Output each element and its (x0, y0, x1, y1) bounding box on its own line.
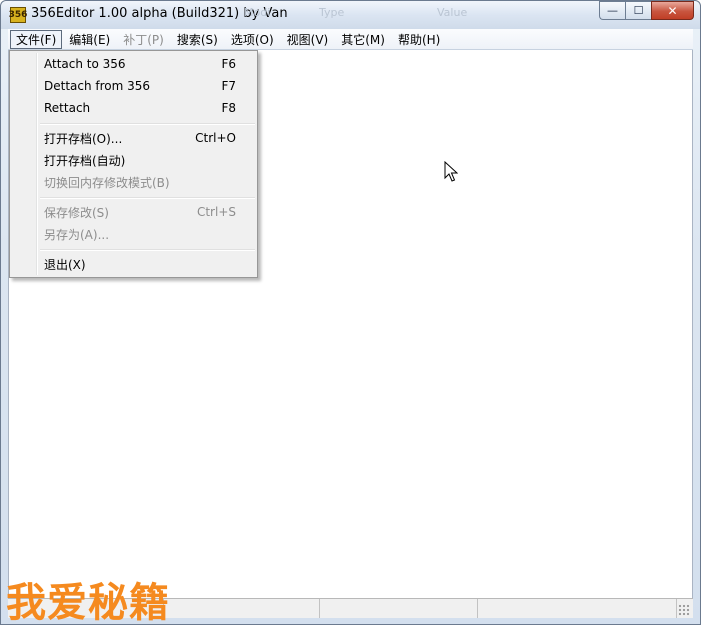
menu-item-shortcut: F8 (221, 101, 236, 115)
minimize-button[interactable]: — (599, 1, 625, 20)
watermark-logo: 我爱秘籍 (6, 580, 170, 625)
menu-item-shortcut: F6 (221, 57, 236, 71)
menu-separator (40, 197, 255, 199)
menu-item-memory-mode[interactable]: 切换回内存修改模式(B) (12, 171, 255, 193)
mouse-cursor-icon (444, 161, 458, 182)
menu-item-label: 打开存档(O)... (44, 131, 123, 146)
menu-help[interactable]: 帮助(H) (392, 30, 446, 49)
menu-item-label: 打开存档(自动) (44, 153, 126, 168)
menu-item-exit[interactable]: 退出(X) (12, 253, 255, 275)
menu-item-save[interactable]: 保存修改(S) Ctrl+S (12, 201, 255, 223)
menu-bar: 文件(F) 编辑(E) 补丁(P) 搜索(S) 选项(O) 视图(V) 其它(M… (8, 29, 693, 50)
menu-options[interactable]: 选项(O) (225, 30, 280, 49)
menu-item-label: Dettach from 356 (44, 79, 151, 93)
close-button[interactable]: ✕ (651, 1, 694, 20)
status-cell (164, 599, 320, 618)
background-column-label: Type (319, 6, 345, 19)
minimize-icon: — (607, 4, 618, 17)
menu-item-shortcut: Ctrl+S (196, 205, 236, 219)
menu-item-rettach[interactable]: Rettach F8 (12, 97, 255, 119)
menu-item-label: Rettach (44, 101, 91, 115)
background-column-label: Value (437, 6, 468, 19)
menu-edit[interactable]: 编辑(E) (63, 30, 116, 49)
menu-item-label: 另存为(A)... (44, 227, 110, 242)
menu-item-open-save-auto[interactable]: 打开存档(自动) (12, 149, 255, 171)
app-icon[interactable]: 356 (8, 7, 28, 23)
menu-item-label: 退出(X) (44, 257, 86, 272)
app-icon-glyph: 356 (8, 9, 28, 20)
close-icon: ✕ (667, 3, 678, 18)
menu-item-shortcut: F7 (221, 79, 236, 93)
menu-item-dettach[interactable]: Dettach from 356 F7 (12, 75, 255, 97)
menu-view[interactable]: 视图(V) (281, 30, 335, 49)
status-cell (478, 599, 677, 618)
menu-item-label: Attach to 356 (44, 57, 126, 71)
menu-separator (40, 249, 255, 251)
status-cell (320, 599, 478, 618)
menu-file[interactable]: 文件(F) (10, 29, 63, 49)
menu-item-attach[interactable]: Attach to 356 F6 (12, 53, 255, 75)
menu-separator (40, 123, 255, 125)
window-controls: — ☐ ✕ (599, 1, 694, 20)
resize-grip-icon[interactable] (678, 604, 690, 616)
menu-item-save-as[interactable]: 另存为(A)... (12, 223, 255, 245)
menu-other[interactable]: 其它(M) (335, 30, 391, 49)
menu-item-shortcut: Ctrl+O (195, 131, 236, 145)
maximize-icon: ☐ (633, 4, 644, 17)
menu-item-open-save[interactable]: 打开存档(O)... Ctrl+O (12, 127, 255, 149)
menu-item-label: 保存修改(S) (44, 205, 109, 220)
title-bar[interactable]: 356 356Editor 1.00 alpha (Build321) by V… (1, 1, 700, 29)
file-menu-dropdown: Attach to 356 F6 Dettach from 356 F7 Ret… (9, 50, 258, 278)
maximize-button[interactable]: ☐ (625, 1, 651, 20)
menu-search[interactable]: 搜索(S) (171, 30, 224, 49)
menu-item-label: 切换回内存修改模式(B) (44, 175, 170, 190)
background-column-label: Modi (244, 6, 271, 19)
menu-patch[interactable]: 补丁(P) (117, 30, 170, 49)
